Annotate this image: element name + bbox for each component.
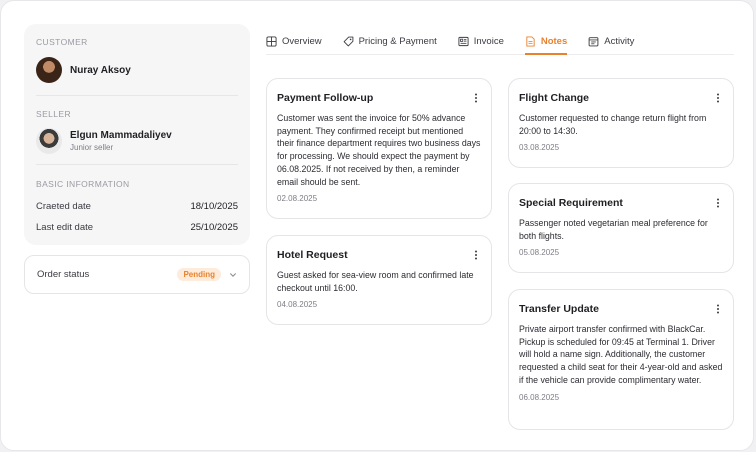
- edited-date-label: Last edit date: [36, 222, 94, 233]
- grid-icon: [266, 36, 277, 47]
- note-card: Special Requirement Passenger noted vege…: [508, 183, 734, 273]
- more-options-icon[interactable]: [713, 304, 723, 314]
- note-card: Transfer Update Private airport transfer…: [508, 289, 734, 430]
- status-badge: Pending: [177, 268, 221, 281]
- note-body: Guest asked for sea-view room and confir…: [277, 270, 474, 293]
- tab-bar: Overview Pricing & Payment Invoice Notes…: [266, 29, 734, 55]
- order-status-label: Order status: [37, 269, 90, 280]
- more-options-icon[interactable]: [713, 93, 723, 103]
- tab-activity-label: Activity: [604, 36, 635, 47]
- seller-name: Elgun Mammadaliyev: [70, 130, 172, 141]
- seller-row: Elgun Mammadaliyev Junior seller: [36, 128, 238, 154]
- note-title: Special Requirement: [519, 197, 623, 209]
- tab-overview-label: Overview: [282, 36, 322, 47]
- tab-invoice[interactable]: Invoice: [458, 29, 504, 54]
- more-options-icon[interactable]: [471, 93, 481, 103]
- chevron-down-icon: [230, 272, 236, 277]
- note-card: Flight Change Customer requested to chan…: [508, 78, 734, 168]
- tab-activity[interactable]: Activity: [588, 29, 634, 54]
- note-title: Transfer Update: [519, 303, 599, 315]
- seller-avatar: [36, 128, 62, 154]
- customer-avatar: [36, 57, 62, 83]
- note-date: 03.08.2025: [519, 143, 560, 153]
- created-date-label: Craeted date: [36, 201, 91, 212]
- tag-icon: [343, 36, 353, 47]
- order-status-value-group: Pending: [177, 268, 237, 281]
- note-date: 04.08.2025: [277, 300, 318, 310]
- note-body: Customer requested to change return flig…: [519, 113, 707, 136]
- created-date-value: 18/10/2025: [190, 201, 238, 212]
- tab-pricing-payment[interactable]: Pricing & Payment: [343, 29, 437, 54]
- customer-name: Nuray Aksoy: [70, 64, 131, 76]
- note-body: Private airport transfer confirmed with …: [519, 324, 723, 385]
- note-card: Hotel Request Guest asked for sea-view r…: [266, 235, 492, 325]
- basic-info-section-label: BASIC INFORMATION: [36, 179, 130, 189]
- customer-row: Nuray Aksoy: [36, 57, 238, 83]
- tab-notes-label: Notes: [540, 36, 568, 47]
- tab-invoice-label: Invoice: [473, 36, 504, 47]
- tab-pricing-payment-label: Pricing & Payment: [358, 36, 437, 47]
- divider: [36, 95, 238, 96]
- edited-date-row: Last edit date 25/10/2025: [36, 222, 238, 233]
- seller-role: Junior seller: [70, 143, 114, 152]
- order-info-card: CUSTOMER Nuray Aksoy SELLER Elgun Mammad…: [24, 24, 250, 245]
- invoice-icon: [458, 36, 469, 47]
- note-body: Passenger noted vegetarian meal preferen…: [519, 218, 708, 241]
- customer-section-label: CUSTOMER: [36, 37, 88, 47]
- divider: [36, 164, 238, 165]
- note-title: Hotel Request: [277, 249, 348, 261]
- note-title: Flight Change: [519, 92, 589, 104]
- order-detail-window: CUSTOMER Nuray Aksoy SELLER Elgun Mammad…: [0, 0, 754, 451]
- more-options-icon[interactable]: [713, 198, 723, 208]
- order-status-dropdown[interactable]: Order status Pending: [24, 255, 250, 294]
- note-date: 02.08.2025: [277, 194, 318, 204]
- note-date: 05.08.2025: [519, 248, 560, 258]
- note-title: Payment Follow-up: [277, 92, 374, 104]
- tab-overview[interactable]: Overview: [266, 29, 322, 54]
- more-options-icon[interactable]: [471, 250, 481, 260]
- note-body: Customer was sent the invoice for 50% ad…: [277, 113, 481, 187]
- note-card: Payment Follow-up Customer was sent the …: [266, 78, 492, 219]
- calendar-icon: [588, 37, 599, 47]
- seller-section-label: SELLER: [36, 109, 72, 119]
- created-date-row: Craeted date 18/10/2025: [36, 201, 238, 212]
- edited-date-value: 25/10/2025: [190, 222, 238, 233]
- note-date: 06.08.2025: [519, 392, 560, 402]
- note-icon: [526, 36, 535, 47]
- tab-notes[interactable]: Notes: [524, 29, 568, 55]
